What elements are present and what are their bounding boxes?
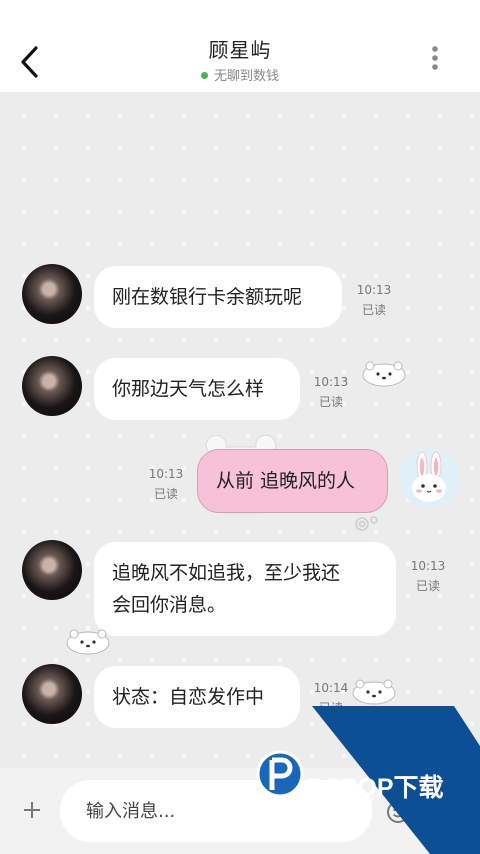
more-vertical-icon[interactable] bbox=[428, 44, 442, 72]
message-text-line: 追晚风不如追我，至少我还 bbox=[112, 562, 341, 584]
online-dot-icon bbox=[200, 72, 208, 79]
contact-avatar[interactable] bbox=[22, 540, 82, 600]
my-message-bubble[interactable]: 从前 追晚风的人 bbox=[197, 449, 388, 513]
chat-header: 顾星屿 无聊到数钱 bbox=[0, 0, 480, 92]
message-time: 10:14 已读 bbox=[313, 681, 349, 715]
message-bubble[interactable]: 你那边天气怎么样 bbox=[94, 358, 300, 420]
message-time: 10:13 已读 bbox=[356, 283, 392, 317]
swirl-sticker-icon bbox=[355, 516, 378, 531]
bear-sticker-icon bbox=[66, 629, 110, 655]
bear-sticker-icon bbox=[362, 361, 406, 387]
message-text: 从前 追晚风的人 bbox=[216, 470, 356, 492]
message-text-line: 会回你消息。 bbox=[112, 594, 227, 616]
plus-icon[interactable] bbox=[22, 800, 42, 820]
message-input[interactable] bbox=[60, 780, 372, 842]
message-text: 刚在数银行卡余额玩呢 bbox=[112, 286, 303, 308]
message-time: 10:13 已读 bbox=[410, 559, 446, 593]
contact-name: 顾星屿 bbox=[208, 38, 272, 62]
contact-avatar[interactable] bbox=[22, 356, 82, 416]
message-time: 10:13 已读 bbox=[148, 467, 184, 501]
message-time: 10:13 已读 bbox=[313, 375, 349, 409]
rabbit-avatar-icon bbox=[412, 451, 446, 502]
emoji-icon[interactable] bbox=[386, 800, 410, 824]
message-text: 状态：自恋发作中 bbox=[112, 686, 265, 708]
contact-avatar[interactable] bbox=[22, 264, 82, 324]
message-bubble[interactable]: 刚在数银行卡余额玩呢 bbox=[94, 266, 342, 328]
contact-avatar[interactable] bbox=[22, 664, 82, 724]
my-avatar[interactable] bbox=[399, 448, 459, 508]
status-text: 无聊到数钱 bbox=[213, 69, 279, 84]
message-bubble[interactable]: 追晚风不如追我，至少我还 会回你消息。 bbox=[94, 542, 396, 636]
bear-sticker-icon bbox=[352, 679, 396, 705]
chat-area[interactable]: 刚在数银行卡余额玩呢 10:13 已读 你那边天气怎么样 10:13 已读 10:1… bbox=[0, 92, 480, 768]
message-bubble[interactable]: 状态：自恋发作中 bbox=[94, 666, 300, 728]
message-text: 你那边天气怎么样 bbox=[112, 378, 265, 400]
contact-status: 无聊到数钱 bbox=[0, 65, 480, 84]
